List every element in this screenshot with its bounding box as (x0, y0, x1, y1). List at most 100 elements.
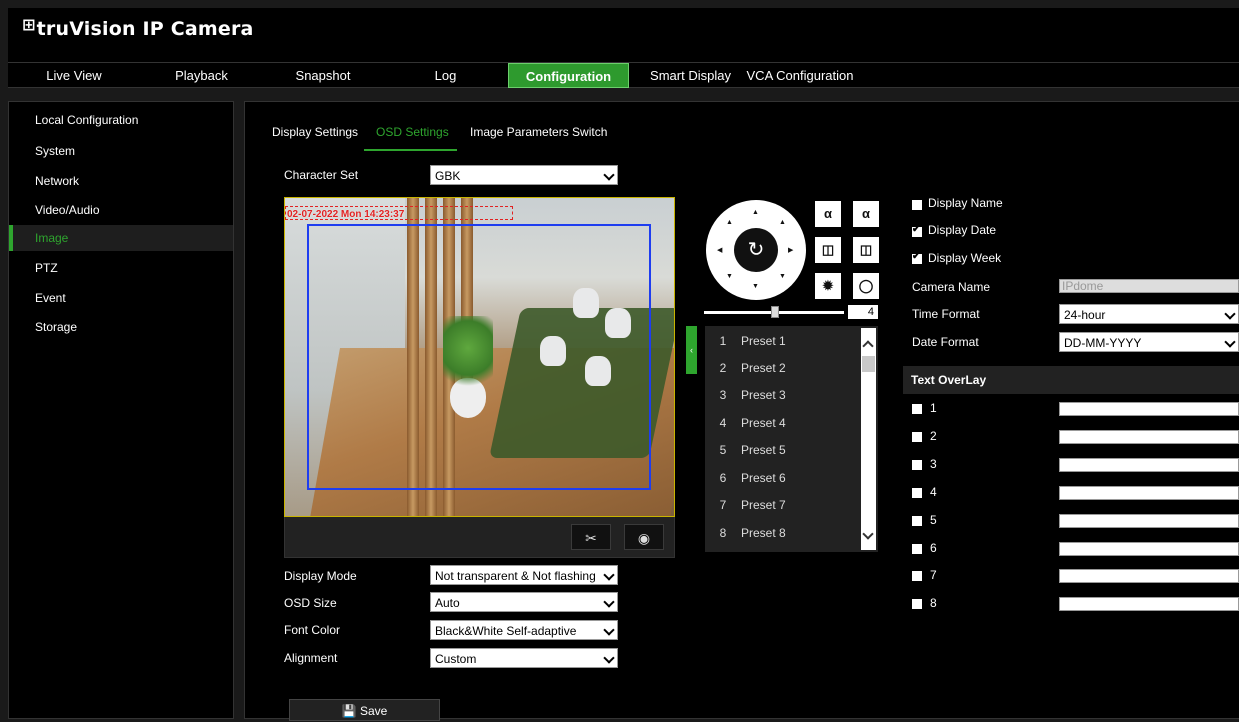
focus-far-icon: ◫ (859, 242, 873, 257)
overlay-checkbox[interactable] (912, 404, 922, 414)
ptz-direction-wheel[interactable]: ▲ ▼ ◀ ▶ ▲ ▲ ▼ ▼ ↻ (706, 200, 806, 300)
iris-close-button[interactable]: ✹ (815, 273, 841, 299)
sidebar-item-system[interactable]: System (9, 138, 233, 164)
sidebar-item-network[interactable]: Network (9, 168, 233, 194)
overlay-text-input[interactable] (1059, 430, 1239, 444)
arrow-up-right-icon[interactable]: ▲ (779, 219, 786, 226)
sidebar-item-storage[interactable]: Storage (9, 314, 233, 340)
nav-snapshot[interactable]: Snapshot (263, 63, 383, 88)
overlay-checkbox[interactable] (912, 571, 922, 581)
nav-configuration[interactable]: Configuration (508, 63, 629, 88)
list-item[interactable]: 5 Preset 5 (705, 437, 860, 464)
video-preview[interactable]: 02-07-2022 Mon 14:23:37 (284, 197, 675, 517)
display-week-checkbox[interactable] (912, 251, 922, 264)
sidebar-item-ptz[interactable]: PTZ (9, 255, 233, 281)
overlay-checkbox[interactable] (912, 460, 922, 470)
preset-number: 3 (719, 388, 727, 402)
time-format-value: 24-hour (1064, 308, 1106, 322)
save-button[interactable]: 💾 Save (289, 699, 440, 721)
character-set-value: GBK (435, 169, 461, 183)
list-item[interactable]: 6 Preset 6 (705, 465, 860, 492)
app-title: truVision IP Camera (36, 18, 254, 40)
arrow-down-left-icon[interactable]: ▼ (726, 273, 733, 280)
osd-size-select[interactable]: Auto (430, 592, 618, 612)
preset-number: 5 (719, 443, 727, 457)
overlay-text-input[interactable] (1059, 514, 1239, 528)
list-item[interactable]: 8 Preset 8 (705, 520, 860, 547)
video-camera-icon: ✂ (585, 530, 597, 546)
auto-scan-icon[interactable]: ↻ (734, 228, 778, 272)
zoom-in-button[interactable]: α (853, 201, 879, 227)
arrow-up-left-icon[interactable]: ▲ (726, 219, 733, 226)
preset-panel-toggle[interactable]: ‹ (686, 326, 697, 374)
arrow-left-icon[interactable]: ◀ (717, 246, 722, 254)
camera-name-label: Camera Name (912, 280, 991, 294)
display-name-checkbox[interactable] (912, 200, 922, 210)
tab-image-parameters-switch[interactable]: Image Parameters Switch (470, 125, 607, 139)
focus-near-button[interactable]: ◫ (815, 237, 841, 263)
nav-live-view[interactable]: Live View (8, 63, 140, 88)
preset-scrollbar[interactable] (861, 328, 876, 550)
scrollbar-thumb[interactable] (862, 356, 875, 372)
tab-display-settings[interactable]: Display Settings (272, 125, 358, 139)
osd-date-text[interactable]: 02-07-2022 Mon 14:23:37 (287, 209, 404, 220)
date-format-select[interactable]: DD-MM-YYYY (1059, 332, 1239, 352)
nav-playback[interactable]: Playback (140, 63, 263, 88)
arrow-down-icon[interactable]: ▼ (752, 283, 759, 290)
list-item[interactable]: 3 Preset 3 (705, 382, 860, 409)
list-item[interactable]: 1 Preset 1 (705, 328, 860, 355)
osd-size-label: OSD Size (284, 596, 337, 610)
arrow-down-right-icon[interactable]: ▼ (779, 273, 786, 280)
alignment-select[interactable]: Custom (430, 648, 618, 668)
overlay-checkbox[interactable] (912, 516, 922, 526)
overlay-label: 8 (930, 596, 937, 610)
preset-name: Preset 5 (741, 443, 786, 457)
nav-smart-display[interactable]: Smart Display (638, 63, 743, 88)
overlay-checkbox[interactable] (912, 599, 922, 609)
sidebar-item-image[interactable]: Image (9, 225, 233, 251)
display-name-label: Display Name (928, 196, 1003, 210)
display-date-checkbox[interactable] (912, 224, 922, 237)
overlay-checkbox[interactable] (912, 488, 922, 498)
chevron-down-icon (1224, 308, 1236, 320)
overlay-text-input[interactable] (1059, 402, 1239, 416)
zoom-in-icon: α (862, 206, 870, 221)
overlay-text-input[interactable] (1059, 569, 1239, 583)
overlay-text-input[interactable] (1059, 458, 1239, 472)
preset-name: Preset 3 (741, 388, 786, 402)
sidebar-item-event[interactable]: Event (9, 285, 233, 311)
ptz-speed-slider-handle[interactable] (771, 306, 779, 318)
list-item[interactable]: 2 Preset 2 (705, 355, 860, 382)
chevron-down-icon (603, 569, 615, 581)
sidebar-item-local-configuration[interactable]: Local Configuration (9, 107, 233, 133)
character-set-select[interactable]: GBK (430, 165, 618, 185)
font-color-select[interactable]: Black&White Self-adaptive (430, 620, 618, 640)
overlay-text-input[interactable] (1059, 597, 1239, 611)
capture-button[interactable]: ◉ (624, 524, 664, 550)
arrow-up-icon[interactable]: ▲ (752, 209, 759, 216)
time-format-select[interactable]: 24-hour (1059, 304, 1239, 324)
zoom-out-button[interactable]: α (815, 201, 841, 227)
chevron-down-icon[interactable] (862, 528, 874, 540)
overlay-text-input[interactable] (1059, 542, 1239, 556)
display-mode-select[interactable]: Not transparent & Not flashing (430, 565, 618, 585)
tab-osd-settings[interactable]: OSD Settings (376, 125, 449, 139)
overlay-label: 6 (930, 541, 937, 555)
record-button[interactable]: ✂ (571, 524, 611, 550)
list-item[interactable]: 7 Preset 7 (705, 492, 860, 519)
focus-far-button[interactable]: ◫ (853, 237, 879, 263)
arrow-right-icon[interactable]: ▶ (788, 246, 793, 254)
osd-region-box[interactable] (307, 224, 651, 490)
chevron-up-icon[interactable] (862, 340, 874, 352)
overlay-label: 3 (930, 457, 937, 471)
iris-open-button[interactable]: ◯ (853, 273, 879, 299)
nav-log[interactable]: Log (383, 63, 508, 88)
overlay-checkbox[interactable] (912, 432, 922, 442)
nav-vca-configuration[interactable]: VCA Configuration (743, 63, 857, 88)
overlay-checkbox[interactable] (912, 544, 922, 554)
overlay-text-input[interactable] (1059, 486, 1239, 500)
overlay-label: 5 (930, 513, 937, 527)
camera-name-input[interactable]: IPdome (1059, 279, 1239, 293)
list-item[interactable]: 4 Preset 4 (705, 410, 860, 437)
sidebar-item-video-audio[interactable]: Video/Audio (9, 197, 233, 223)
